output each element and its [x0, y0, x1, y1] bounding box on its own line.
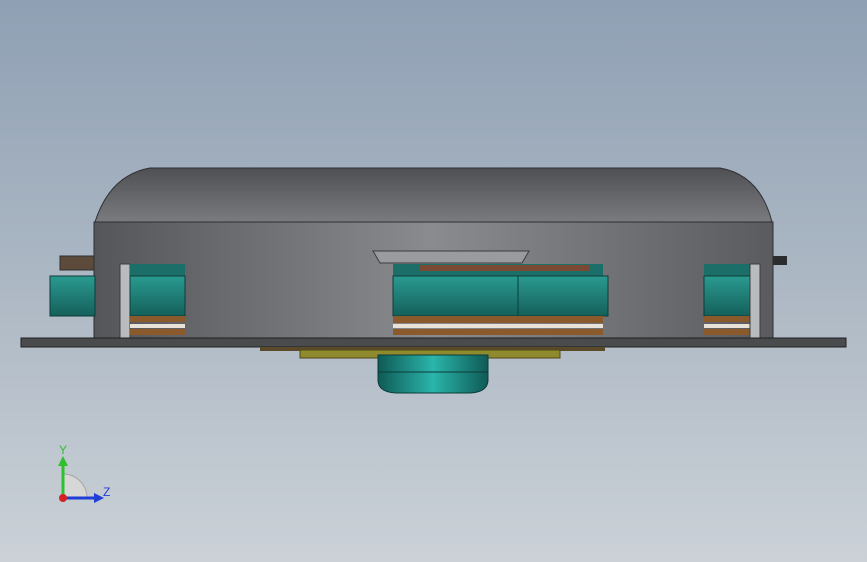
housing-dome	[94, 167, 773, 223]
base-plate	[20, 337, 847, 348]
y-axis-label: Y	[59, 443, 67, 457]
triad-quadrant	[62, 473, 88, 499]
y-axis-arrowhead	[58, 456, 68, 466]
z-axis-label: Z	[103, 485, 110, 499]
right-component-group	[703, 256, 787, 339]
x-axis-point	[59, 494, 67, 502]
orientation-triad[interactable]: Y Z	[50, 440, 120, 510]
cad-viewport[interactable]: Y Z	[0, 0, 867, 562]
assembly-model[interactable]	[0, 0, 867, 562]
underside-assembly	[260, 347, 605, 394]
